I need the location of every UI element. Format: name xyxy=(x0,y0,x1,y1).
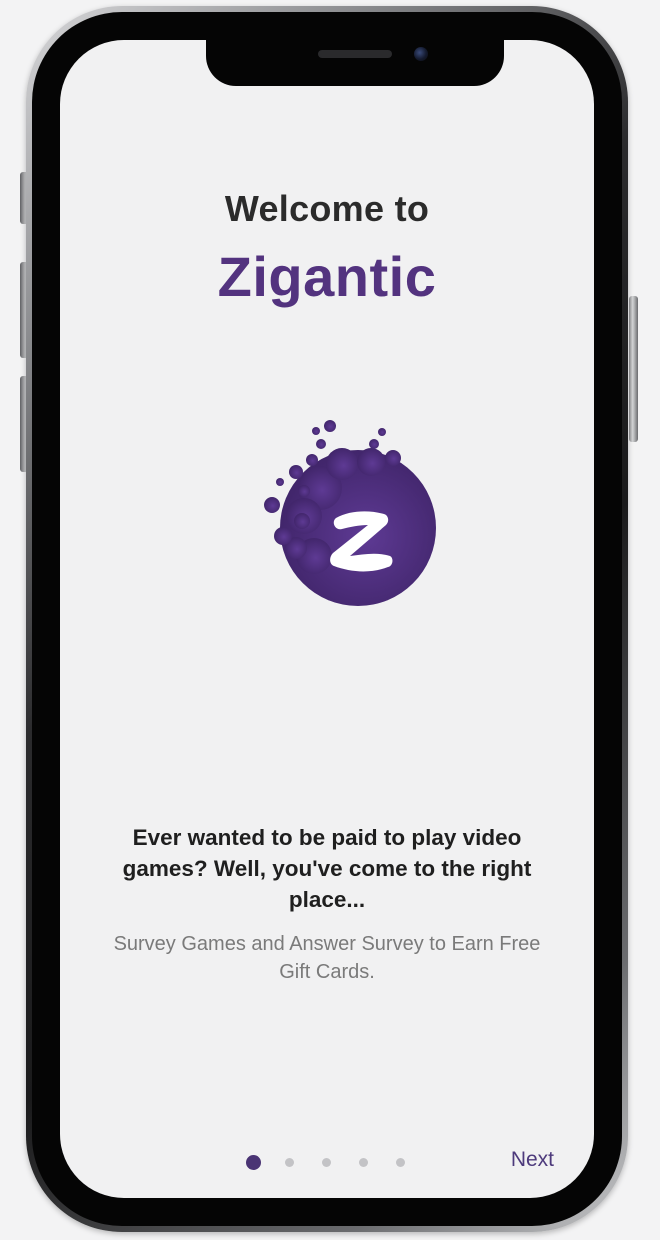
onboarding-headline: Ever wanted to be paid to play video gam… xyxy=(122,825,532,912)
notch xyxy=(206,40,504,86)
page-dot-5[interactable] xyxy=(396,1157,405,1167)
front-camera-icon xyxy=(414,47,428,61)
page-dot-1-active[interactable] xyxy=(246,1154,261,1170)
zigantic-logo-icon xyxy=(264,420,436,606)
page-dot-3[interactable] xyxy=(322,1157,331,1167)
speaker-grille xyxy=(318,50,392,58)
onboarding-description: Survey Games and Answer Survey to Earn F… xyxy=(113,933,541,983)
page-dot-2[interactable] xyxy=(285,1157,294,1167)
welcome-heading: Welcome to xyxy=(224,188,430,229)
device-mockup: Welcome to Zigantic Ever wanted to be pa… xyxy=(0,0,660,1240)
page-dot-4[interactable] xyxy=(359,1157,368,1167)
power-button xyxy=(629,296,638,442)
phone-frame: Welcome to Zigantic Ever wanted to be pa… xyxy=(26,6,628,1232)
next-button[interactable]: Next xyxy=(511,1148,554,1172)
page-indicator xyxy=(246,1152,433,1172)
onboarding-screen: Welcome to Zigantic Ever wanted to be pa… xyxy=(60,40,594,1198)
app-name-heading: Zigantic xyxy=(217,245,437,308)
